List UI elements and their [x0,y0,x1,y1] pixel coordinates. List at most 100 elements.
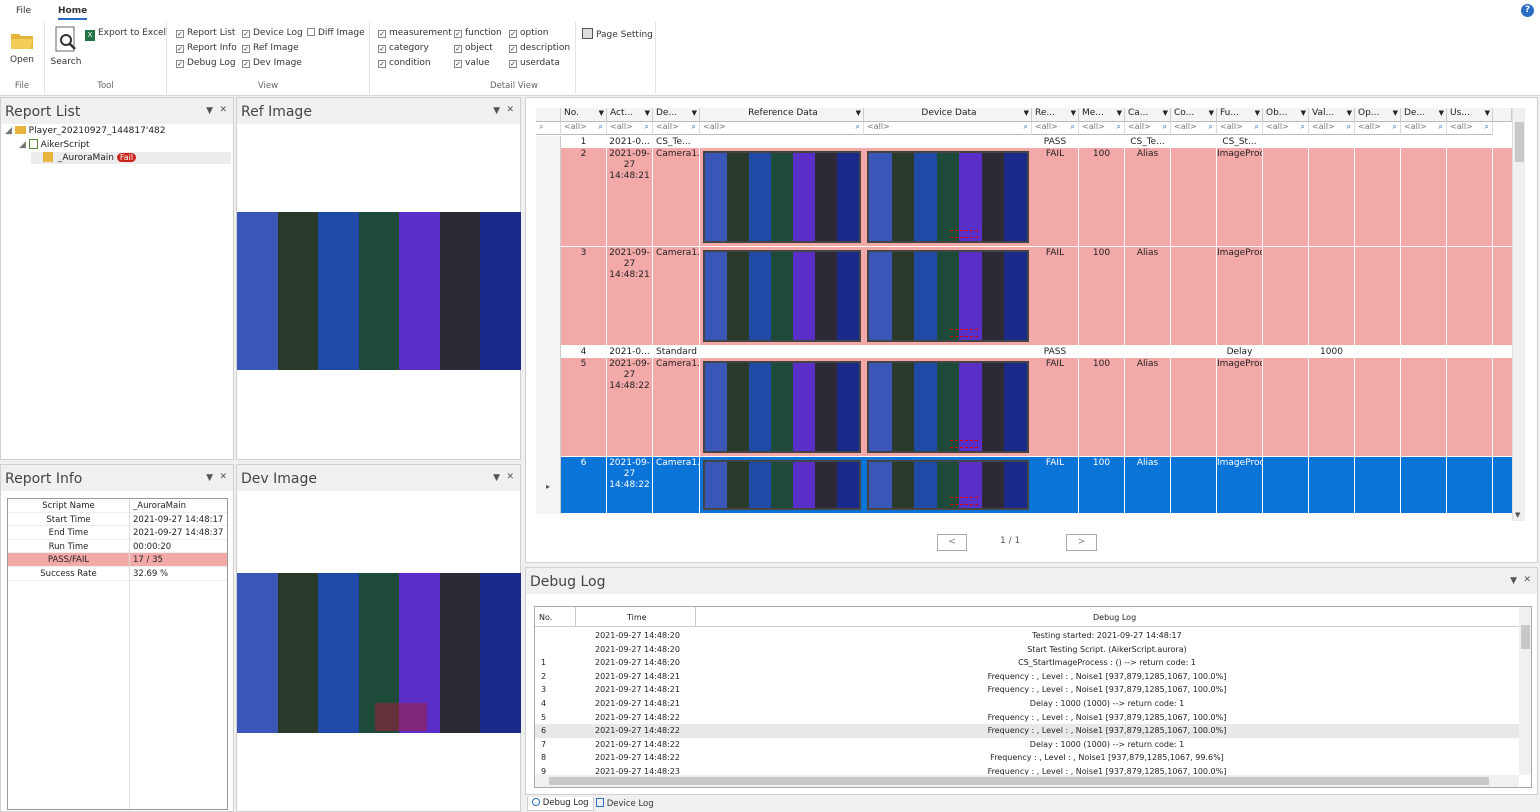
detail-measurement-checkbox[interactable]: ✓ measurement [378,28,452,38]
row-indicator[interactable] [536,346,561,358]
log-row[interactable]: 1 2021-09-27 14:48:20 CS_StartImageProcess… [535,656,1519,670]
log-row[interactable]: 2021-09-27 14:48:20 Testing started: 2021… [535,629,1519,643]
column-header[interactable]: De... ▼ [653,108,700,122]
close-icon[interactable]: ✕ [506,105,514,115]
log-row[interactable]: 3 2021-09-27 14:48:21 Frequency : , Level … [535,683,1519,697]
search-icon[interactable]: ⌕ [856,122,860,132]
sort-dropdown-icon[interactable]: ▼ [1255,109,1260,117]
detail-category-checkbox[interactable]: ✓ category [378,43,429,53]
column-header[interactable]: Act... ▼ [607,108,653,122]
dropdown-icon[interactable]: ▼ [206,473,213,483]
search-icon[interactable]: ⌕ [1393,122,1397,132]
sort-dropdown-icon[interactable]: ▼ [1071,109,1076,117]
sort-dropdown-icon[interactable]: ▼ [1024,109,1029,117]
row-indicator[interactable] [536,148,561,247]
filter-cell[interactable]: <all> ⌕ [1447,122,1493,135]
search-icon[interactable]: ⌕ [1024,122,1028,132]
row-indicator[interactable]: ▸ [536,457,561,514]
filter-cell[interactable]: <all> ⌕ [1171,122,1217,135]
tab-device-log[interactable]: Device Log [596,798,654,809]
open-button[interactable]: Open [6,28,38,65]
column-header[interactable]: Co... ▼ [1171,108,1217,122]
filter-cell[interactable]: <all> ⌕ [1309,122,1355,135]
search-icon[interactable]: ⌕ [1117,122,1121,132]
filter-cell[interactable]: <all> ⌕ [864,122,1032,135]
tree-root[interactable]: ◢ Player_20210927_144817'482 [5,126,166,136]
filter-search-icon[interactable]: ⌕ [536,122,561,135]
log-row[interactable]: 8 2021-09-27 14:48:22 Frequency : , Level … [535,751,1519,765]
detail-value-checkbox[interactable]: ✓ value [454,58,490,68]
column-header[interactable]: Op... ▼ [1355,108,1401,122]
log-scrollbar[interactable] [1519,607,1531,775]
view-diff-image-checkbox[interactable]: Diff Image [307,28,365,38]
search-icon[interactable]: ⌕ [1439,122,1443,132]
image-thumbnail[interactable] [703,151,861,243]
view-device-log-checkbox[interactable]: ✓ Device Log [242,28,303,38]
image-thumbnail[interactable] [703,460,861,510]
sort-dropdown-icon[interactable]: ▼ [856,109,861,117]
search-button[interactable]: Search [50,26,82,67]
close-icon[interactable]: ✕ [219,105,227,115]
sort-dropdown-icon[interactable]: ▼ [645,109,650,117]
filter-cell[interactable]: <all> ⌕ [1263,122,1309,135]
export-excel-button[interactable]: X Export to Excel [85,28,166,41]
detail-function-checkbox[interactable]: ✓ function [454,28,502,38]
view-report-list-checkbox[interactable]: ✓ Report List [176,28,235,38]
view-ref-image-checkbox[interactable]: ✓ Ref Image [242,43,299,53]
column-header[interactable]: Re... ▼ [1032,108,1079,122]
log-hscrollbar[interactable] [535,775,1519,787]
search-icon[interactable]: ⌕ [1163,122,1167,132]
sort-dropdown-icon[interactable]: ▼ [1301,109,1306,117]
image-thumbnail[interactable] [867,250,1029,342]
dropdown-icon[interactable]: ▼ [1510,576,1517,586]
column-header[interactable]: Reference Data ▼ [700,108,864,122]
sort-dropdown-icon[interactable]: ▼ [1347,109,1352,117]
column-header[interactable]: Us... ▼ [1447,108,1493,122]
log-row[interactable]: 4 2021-09-27 14:48:21 Delay : 1000 (1000) … [535,697,1519,711]
collapse-icon[interactable]: ◢ [19,140,26,150]
log-row[interactable]: 6 2021-09-27 14:48:22 Frequency : , Level … [535,724,1519,738]
row-indicator[interactable] [536,358,561,457]
row-indicator[interactable] [536,247,561,346]
filter-cell[interactable]: <all> ⌕ [1401,122,1447,135]
search-icon[interactable]: ⌕ [1347,122,1351,132]
help-icon[interactable]: ? [1521,4,1534,17]
close-icon[interactable]: ✕ [506,472,514,482]
tab-file[interactable]: File [16,6,31,16]
close-icon[interactable]: ✕ [1523,575,1531,585]
grid-scroll-thumb[interactable] [1515,122,1524,162]
search-icon[interactable]: ⌕ [1255,122,1259,132]
search-icon[interactable]: ⌕ [1071,122,1075,132]
sort-dropdown-icon[interactable]: ▼ [1117,109,1122,117]
image-thumbnail[interactable] [867,151,1029,243]
image-thumbnail[interactable] [703,361,861,453]
dropdown-icon[interactable]: ▼ [493,106,500,116]
search-icon[interactable]: ⌕ [1209,122,1213,132]
column-chooser[interactable] [1493,108,1512,122]
log-row[interactable]: 7 2021-09-27 14:48:22 Delay : 1000 (1000) … [535,738,1519,752]
view-report-info-checkbox[interactable]: ✓ Report Info [176,43,237,53]
page-setting-button[interactable]: Page Setting [582,28,653,40]
prev-page-button[interactable]: < [937,534,967,551]
column-header[interactable]: Val... ▼ [1309,108,1355,122]
image-thumbnail[interactable] [703,250,861,342]
sort-dropdown-icon[interactable]: ▼ [1393,109,1398,117]
collapse-icon[interactable]: ◢ [5,126,12,136]
filter-cell[interactable]: <all> ⌕ [653,122,700,135]
search-icon[interactable]: ⌕ [692,122,696,132]
tree-leaf[interactable]: _AuroraMain Fail [31,152,231,164]
tab-debug-log[interactable]: Debug Log [527,797,594,811]
dropdown-icon[interactable]: ▼ [493,473,500,483]
close-icon[interactable]: ✕ [219,472,227,482]
log-row[interactable]: 2021-09-27 14:48:20 Start Testing Script.… [535,643,1519,657]
detail-object-checkbox[interactable]: ✓ object [454,43,493,53]
detail-description-checkbox[interactable]: ✓ description [509,43,570,53]
sort-dropdown-icon[interactable]: ▼ [1485,109,1490,117]
column-header[interactable]: Fu... ▼ [1217,108,1263,122]
detail-userdata-checkbox[interactable]: ✓ userdata [509,58,560,68]
image-thumbnail[interactable] [867,460,1029,510]
sort-dropdown-icon[interactable]: ▼ [692,109,697,117]
search-icon[interactable]: ⌕ [645,122,649,132]
dropdown-icon[interactable]: ▼ [206,106,213,116]
grid-scrollbar[interactable]: ▼ [1512,108,1525,521]
